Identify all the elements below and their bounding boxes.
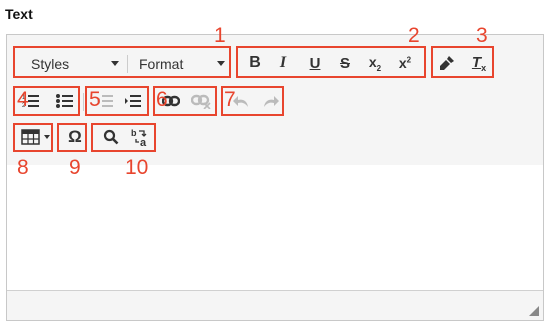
resize-handle-icon[interactable] — [527, 304, 539, 316]
divider — [83, 93, 84, 111]
callout-number-6: 6 — [156, 88, 168, 111]
callout-number-4: 4 — [17, 88, 29, 111]
callout-number-10: 10 — [125, 156, 149, 179]
callout-number-8: 8 — [17, 156, 29, 179]
callout-number-7: 7 — [224, 88, 236, 111]
callout-box-1 — [13, 46, 231, 78]
editor-statusbar — [7, 290, 543, 320]
callout-number-3: 3 — [476, 24, 488, 47]
editor-content-area[interactable] — [7, 165, 543, 291]
callout-box-9 — [57, 123, 87, 152]
callout-number-9: 9 — [69, 156, 81, 179]
callout-box-10 — [91, 123, 156, 152]
callout-box-3 — [431, 46, 494, 78]
callout-number-5: 5 — [89, 88, 101, 111]
callout-number-1: 1 — [214, 24, 226, 47]
callout-box-2 — [236, 46, 426, 78]
callout-box-8 — [13, 123, 53, 152]
callout-number-2: 2 — [408, 24, 420, 47]
field-label: Text — [5, 6, 33, 22]
